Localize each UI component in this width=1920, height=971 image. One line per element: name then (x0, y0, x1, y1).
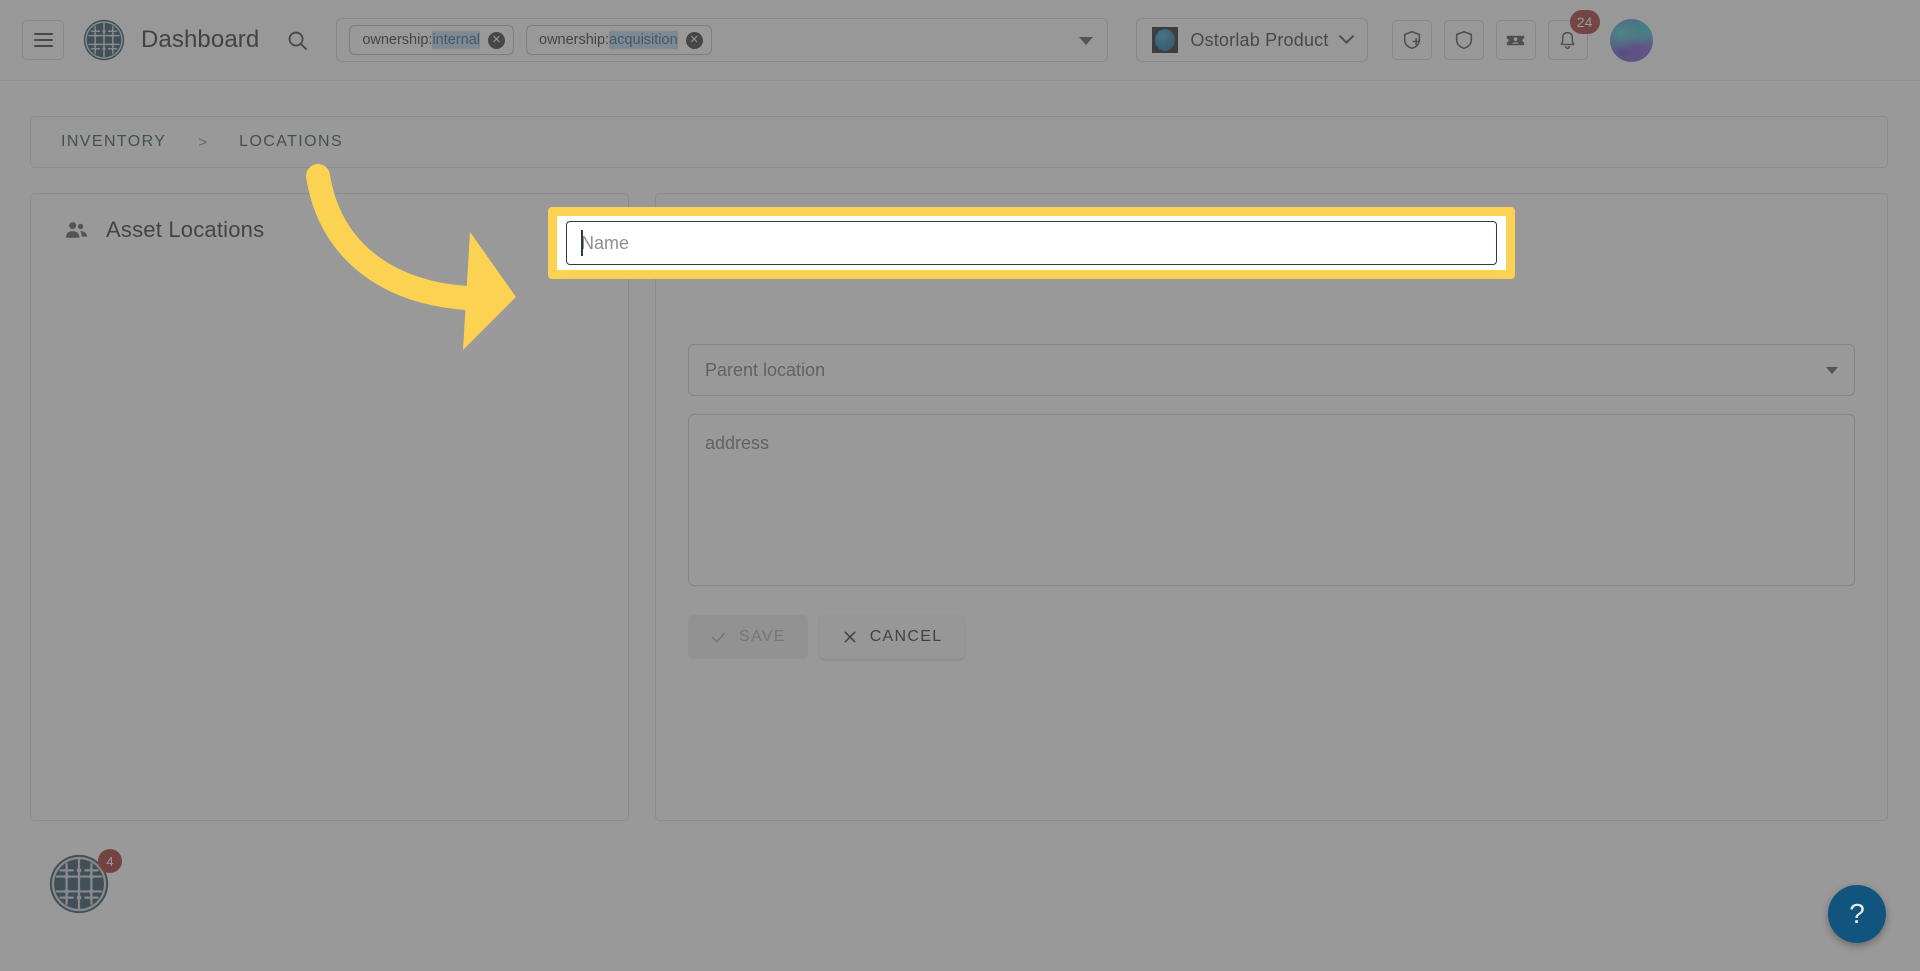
breadcrumb-separator: > (198, 134, 207, 151)
breadcrumb-item-inventory[interactable]: INVENTORY (61, 133, 166, 151)
filter-chip-0-key: ownership: (362, 32, 432, 48)
breadcrumb-item-locations[interactable]: LOCATIONS (239, 133, 343, 151)
asset-locations-header: Asset Locations + (31, 194, 628, 266)
name-input[interactable] (566, 221, 1497, 265)
filter-chip-1-key: ownership: (539, 32, 609, 48)
search-filter-bar[interactable]: ownership:internal ✕ ownership:acquisiti… (336, 18, 1108, 62)
filter-chip-0-value: internal (432, 31, 480, 49)
ticket-icon[interactable] (1496, 20, 1536, 60)
ostorlab-logo-icon[interactable] (82, 18, 126, 62)
cancel-button-label: CANCEL (870, 628, 943, 646)
chevron-down-icon (1338, 28, 1354, 44)
filter-chip-1[interactable]: ownership:acquisition ✕ (526, 25, 712, 55)
check-icon (710, 629, 727, 646)
search-icon[interactable] (280, 23, 314, 57)
hamburger-menu-icon[interactable] (22, 20, 64, 60)
filter-chip-0-text: ownership:internal (362, 32, 480, 48)
create-asset-location-panel: Create asset location Parent location SA… (655, 193, 1888, 821)
filter-chip-1-value: acquisition (609, 31, 678, 49)
close-circle-icon[interactable]: ✕ (686, 32, 703, 49)
notification-badge: 24 (1570, 10, 1600, 34)
name-field-highlight (548, 207, 1515, 279)
form-actions: SAVE CANCEL (688, 615, 1855, 659)
address-input[interactable] (688, 414, 1855, 586)
chevron-down-icon[interactable] (1079, 37, 1093, 45)
close-icon (842, 629, 858, 645)
page-title: Dashboard (141, 26, 259, 54)
user-avatar[interactable] (1610, 19, 1653, 62)
text-cursor (581, 230, 583, 256)
address-field[interactable] (688, 414, 1855, 591)
save-button[interactable]: SAVE (688, 615, 808, 659)
save-button-label: SAVE (739, 628, 786, 646)
close-circle-icon[interactable]: ✕ (488, 32, 505, 49)
cancel-button[interactable]: CANCEL (820, 615, 965, 659)
product-thumbnail-icon (1152, 27, 1178, 53)
parent-location-placeholder: Parent location (705, 360, 825, 381)
help-button[interactable]: ? (1828, 885, 1886, 943)
header-action-buttons: 24 (1392, 20, 1588, 60)
corner-logo-badge: 4 (98, 849, 122, 873)
asset-locations-panel: Asset Locations + (30, 193, 629, 821)
app-header: Dashboard ownership:internal ✕ ownership… (0, 0, 1920, 81)
shield-plus-icon[interactable] (1392, 20, 1432, 60)
product-name: Ostorlab Product (1190, 30, 1328, 51)
filter-chip-0[interactable]: ownership:internal ✕ (349, 25, 514, 55)
people-group-icon (63, 217, 90, 244)
chevron-down-icon (1826, 367, 1838, 374)
menu-bar-2 (34, 39, 53, 41)
product-selector[interactable]: Ostorlab Product (1136, 18, 1367, 62)
menu-bar-1 (34, 33, 53, 35)
parent-location-select[interactable]: Parent location (688, 344, 1855, 396)
menu-bar-3 (34, 45, 53, 47)
bell-icon[interactable]: 24 (1548, 20, 1588, 60)
filter-chip-1-text: ownership:acquisition (539, 32, 678, 48)
breadcrumb: INVENTORY > LOCATIONS (30, 116, 1888, 168)
name-field-slot (688, 274, 1855, 326)
shield-icon[interactable] (1444, 20, 1484, 60)
asset-locations-title: Asset Locations (106, 217, 264, 243)
